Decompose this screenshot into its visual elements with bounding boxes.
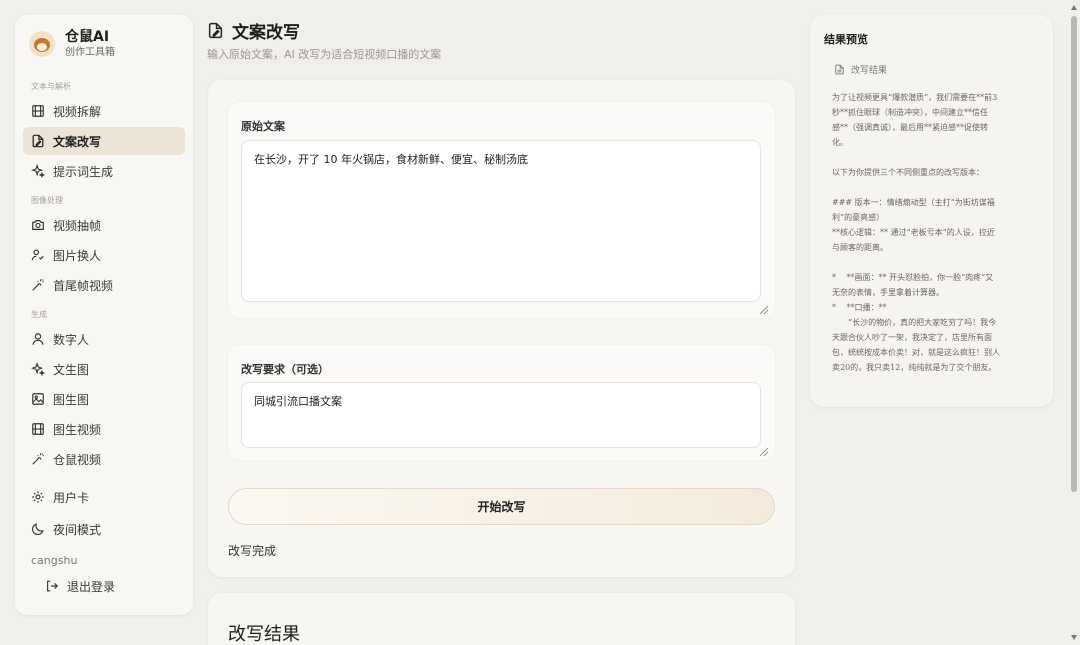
sidebar-item-first-last-frame[interactable]: 首尾帧视频	[23, 271, 185, 299]
requirement-textarea[interactable]: 同城引流口播文案	[241, 382, 761, 448]
preview-line: 感**（强调真诚），最后用**紧迫感**促使转	[832, 123, 988, 132]
sidebar-item-label: 图生视频	[53, 422, 102, 437]
sidebar-item-label: 图片换人	[53, 248, 102, 263]
sidebar-item-label: 文案改写	[53, 134, 102, 149]
sidebar-item-label: 图生图	[53, 392, 90, 407]
source-copy-label: 原始文案	[241, 120, 285, 133]
sidebar-item-label: 仓鼠视频	[53, 452, 102, 467]
preview-line: 包，统统按成本价卖！对，就是这么疯狂！别人	[832, 348, 1000, 357]
page-scrollbar[interactable]	[1068, 0, 1080, 645]
moon-icon	[31, 522, 45, 536]
resize-handle-icon[interactable]	[760, 448, 768, 456]
sidebar-item-user-card[interactable]: 用户卡	[23, 483, 185, 511]
sidebar-item-label: 提示词生成	[53, 164, 114, 179]
camera-icon	[31, 218, 45, 232]
preview-paragraph: 以下为你提供三个不同侧重点的改写版本：	[832, 165, 1031, 180]
sidebar-item-night-mode[interactable]: 夜间模式	[23, 515, 185, 543]
sidebar-item-label: 视频抽帧	[53, 218, 102, 233]
magic-wand-icon	[31, 452, 45, 466]
sidebar-item-face-swap[interactable]: 图片换人	[23, 241, 185, 269]
sidebar-item-copy-rewrite[interactable]: 文案改写	[23, 127, 185, 155]
document-edit-icon	[31, 134, 45, 148]
preview-line: * **画面：** 开头怼脸拍，你一脸“肉疼”又	[832, 273, 994, 282]
sidebar-item-frame-extract[interactable]: 视频抽帧	[23, 211, 185, 239]
preview-line: 以下为你提供三个不同侧重点的改写版本：	[832, 168, 984, 177]
page-description: 输入原始文案，AI 改写为适合短视频口播的文案	[207, 48, 442, 61]
result-preview-panel: 结果预览 改写结果 为了让视频更具“爆款潜质”，我们需要在**前3 秒**抓住眼…	[810, 15, 1053, 407]
sidebar-item-label: 用户卡	[53, 490, 90, 505]
sidebar-item-prompt-gen[interactable]: 提示词生成	[23, 157, 185, 185]
preview-line: 无奈的表情，手里拿着计算器。	[832, 288, 944, 297]
magic-wand-icon	[31, 278, 45, 292]
preview-file-label: 改写结果	[851, 66, 888, 76]
logout-label: 退出登录	[67, 579, 116, 594]
source-copy-textarea[interactable]: 在长沙，开了 10 年火锅店，食材新鲜、便宜、秘制汤底	[241, 140, 761, 302]
gear-icon	[31, 490, 45, 504]
sidebar-item-label: 数字人	[53, 332, 90, 347]
preview-paragraph: * **画面：** 开头怼脸拍，你一脸“肉疼”又 无奈的表情，手里拿着计算器。 …	[832, 270, 1031, 375]
logout-icon	[45, 579, 59, 593]
sidebar-item-video-breakdown[interactable]: 视频拆解	[23, 97, 185, 125]
brand-subtitle: 创作工具箱	[65, 47, 115, 58]
preview-line: **核心逻辑：** 通过“老板亏本”的人设，拉近	[832, 228, 995, 237]
sidebar-item-label: 夜间模式	[53, 522, 102, 537]
group-label-text: 文本与解析	[31, 82, 71, 91]
username: cangshu	[31, 554, 78, 567]
preview-line: 卖20的，我只卖12，纯纯就是为了交个朋友。	[832, 363, 997, 372]
requirement-label: 改写要求（可选）	[241, 363, 329, 376]
scroll-up-arrow-icon[interactable]	[1071, 5, 1077, 10]
film-icon	[31, 422, 45, 436]
preview-paragraph: 为了让视频更具“爆款潜质”，我们需要在**前3 秒**抓住眼球（制造冲突），中间…	[832, 90, 1031, 150]
document-edit-icon	[207, 22, 224, 39]
group-label-text: 生成	[31, 310, 47, 319]
source-copy-section: 原始文案 在长沙，开了 10 年火锅店，食材新鲜、便宜、秘制汤底	[228, 102, 775, 318]
preview-line: ### 版本一：情绪煽动型（主打“为街坊谋福	[832, 198, 995, 207]
status-text: 改写完成	[228, 544, 277, 558]
start-rewrite-button[interactable]: 开始改写	[228, 488, 775, 525]
sidebar-item-label: 文生图	[53, 362, 90, 377]
sidebar: 仓鼠AI 创作工具箱 文本与解析 视频拆解 文案改写 提示词生成 图像处理 视频…	[15, 15, 193, 615]
sparkles-icon	[31, 164, 45, 178]
preview-line: 与顾客的距离。	[832, 243, 888, 252]
requirement-section: 改写要求（可选） 同城引流口播文案	[228, 345, 775, 460]
sparkles-icon	[31, 362, 45, 376]
preview-line: 秒**抓住眼球（制造冲突），中间建立**信任	[832, 108, 988, 117]
preview-content: 为了让视频更具“爆款潜质”，我们需要在**前3 秒**抓住眼球（制造冲突），中间…	[824, 90, 1039, 380]
sidebar-item-label: 首尾帧视频	[53, 278, 114, 293]
preview-file-header: 改写结果	[824, 63, 1039, 76]
page-title-text: 文案改写	[232, 22, 300, 43]
preview-line: * **口播：**	[832, 303, 887, 312]
page-title: 文案改写	[207, 18, 441, 43]
file-icon	[834, 64, 845, 75]
sidebar-item-image-to-video[interactable]: 图生视频	[23, 415, 185, 443]
resize-handle-icon[interactable]	[760, 306, 768, 314]
preview-line: 天跟合伙人吵了一架，我决定了，店里所有面	[832, 333, 992, 342]
preview-line: “长沙的物价，真的把大家吃穷了吗！我今	[832, 318, 997, 327]
logout-button[interactable]: 退出登录	[23, 573, 185, 599]
brand: 仓鼠AI 创作工具箱	[23, 27, 185, 61]
sidebar-item-label: 视频拆解	[53, 104, 102, 119]
group-label-text: 图像处理	[31, 196, 63, 205]
hamster-logo-icon	[29, 31, 55, 57]
scrollbar-thumb[interactable]	[1071, 16, 1077, 492]
brand-title: 仓鼠AI	[65, 29, 110, 45]
preview-title: 结果预览	[824, 33, 868, 46]
user-swap-icon	[31, 248, 45, 262]
sidebar-item-digital-human[interactable]: 数字人	[23, 325, 185, 353]
page-header: 文案改写 输入原始文案，AI 改写为适合短视频口播的文案	[207, 18, 441, 62]
scroll-down-arrow-icon[interactable]	[1071, 635, 1077, 640]
result-title: 改写结果	[228, 624, 300, 645]
sidebar-item-hamster-video[interactable]: 仓鼠视频	[23, 445, 185, 473]
preview-line: 为了让视频更具“爆款潜质”，我们需要在**前3	[832, 93, 998, 102]
user-icon	[31, 332, 45, 346]
film-icon	[31, 104, 45, 118]
preview-line: 利”的豪爽感）	[832, 213, 885, 222]
result-card: 改写结果	[208, 593, 795, 645]
sidebar-item-image-to-image[interactable]: 图生图	[23, 385, 185, 413]
sidebar-item-text-to-image[interactable]: 文生图	[23, 355, 185, 383]
rewrite-form-card: 原始文案 在长沙，开了 10 年火锅店，食材新鲜、便宜、秘制汤底 改写要求（可选…	[208, 80, 795, 577]
preview-paragraph: ### 版本一：情绪煽动型（主打“为街坊谋福 利”的豪爽感） **核心逻辑：**…	[832, 195, 1031, 255]
preview-line: 化。	[832, 138, 848, 147]
image-icon	[31, 392, 45, 406]
